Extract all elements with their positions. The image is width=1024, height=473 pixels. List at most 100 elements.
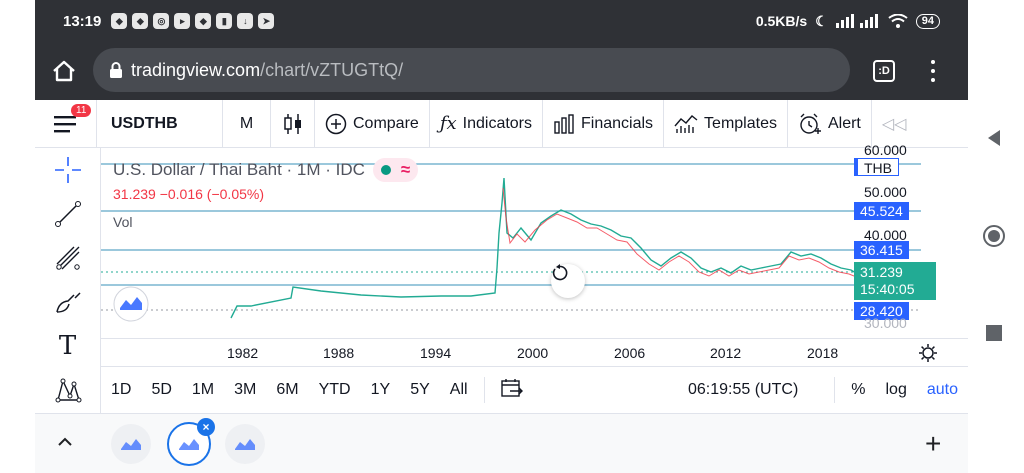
market-status-pill[interactable]: ≈ — [372, 158, 419, 182]
chart-legend: U.S. Dollar / Thai Baht · 1M · IDC ≈ — [113, 158, 419, 182]
brush-icon — [55, 292, 81, 313]
scroll-to-realtime-button[interactable] — [551, 264, 585, 298]
alert-label: Alert — [827, 114, 861, 132]
compare-label: Compare — [353, 114, 419, 132]
app-notification-icon: ◆ — [111, 13, 128, 29]
notification-icons: ◆ ◆ ◎ ▸ ◆ ▮ ↓ ➤ — [111, 13, 275, 29]
tab-switcher-button[interactable]: :D — [873, 60, 895, 82]
network-speed: 0.5KB/s — [755, 13, 808, 29]
utc-clock[interactable]: 06:19:55 (UTC) — [688, 381, 828, 399]
chevron-up-icon[interactable] — [55, 432, 75, 452]
auto-scale-toggle[interactable]: auto — [917, 381, 968, 399]
chart-pane[interactable]: U.S. Dollar / Thai Baht · 1M · IDC ≈ 31.… — [101, 148, 968, 366]
log-scale-toggle[interactable]: log — [876, 381, 917, 399]
range-3m[interactable]: 3M — [224, 381, 266, 399]
moon-icon: ☾ — [815, 12, 828, 29]
price-axis[interactable]: 60.000 THB 50.000 45.524 40.000 36.415 3… — [854, 142, 936, 366]
tab-thumbnail-active[interactable]: × — [167, 418, 215, 466]
close-tab-icon[interactable]: × — [197, 418, 215, 436]
pattern-tool-button[interactable] — [35, 368, 101, 412]
brush-tool-button[interactable] — [35, 280, 101, 324]
fib-tool-button[interactable] — [35, 236, 101, 280]
symbol-search-button[interactable]: USDTHB — [97, 99, 223, 148]
chart-settings-button[interactable] — [888, 338, 968, 366]
price-tick: 50.000 — [864, 184, 907, 200]
templates-button[interactable]: Templates — [664, 99, 788, 148]
browser-address-bar: tradingview.com/chart/vZTUGTtQ/ :D — [35, 42, 968, 100]
home-button[interactable] — [35, 42, 93, 100]
signal-icon — [835, 14, 878, 28]
time-axis[interactable]: 1982 1988 1994 2000 2006 2012 2018 — [101, 338, 921, 366]
wave-icon: ≈ — [400, 160, 411, 179]
time-tick: 2018 — [807, 345, 839, 361]
phone-screen: 13:19 ◆ ◆ ◎ ▸ ◆ ▮ ↓ ➤ 0.5KB/s ☾ 94 tradi… — [35, 0, 968, 473]
crosshair-icon — [54, 157, 81, 183]
date-range-bar: 1D 5D 1M 3M 6M YTD 1Y 5Y All 06:19:55 (U… — [101, 366, 968, 413]
browser-menu-button[interactable] — [923, 56, 943, 86]
time-tick: 1988 — [323, 345, 355, 361]
back-icon[interactable] — [984, 128, 1004, 148]
tab-thumbnail[interactable] — [111, 424, 151, 464]
recents-icon[interactable] — [985, 324, 1003, 342]
go-to-date-button[interactable] — [491, 378, 533, 403]
text-icon: T — [58, 331, 77, 361]
time-tick: 2000 — [517, 345, 549, 361]
volume-indicator-label[interactable]: Vol — [113, 214, 132, 230]
price-line-label: 36.415 — [854, 241, 909, 259]
range-1m[interactable]: 1M — [182, 381, 224, 399]
legend-title: U.S. Dollar / Thai Baht · 1M · IDC — [113, 160, 365, 179]
main-menu-button[interactable]: 11 — [35, 99, 97, 148]
home-nav-icon[interactable] — [982, 224, 1006, 248]
app-notification-icon: ▮ — [216, 13, 233, 29]
percent-scale-toggle[interactable]: % — [841, 381, 875, 399]
time-tick: 1994 — [420, 345, 452, 361]
price-tick: 60.000 — [864, 142, 907, 158]
compare-button[interactable]: Compare — [315, 99, 430, 148]
text-tool-button[interactable]: T — [35, 324, 101, 368]
calendar-arrow-icon — [500, 378, 523, 397]
new-tab-button[interactable]: + — [925, 430, 941, 458]
home-icon — [53, 60, 75, 82]
range-ytd[interactable]: YTD — [309, 381, 361, 399]
status-right: 0.5KB/s ☾ 94 — [756, 13, 940, 30]
range-1y[interactable]: 1Y — [361, 381, 401, 399]
range-5d[interactable]: 5D — [141, 381, 181, 399]
collapse-toolbar-button[interactable]: ◁◁ — [872, 100, 917, 148]
alert-button[interactable]: Alert — [788, 99, 872, 148]
range-6m[interactable]: 6M — [266, 381, 308, 399]
url-path: /chart/vZTUGTtQ/ — [260, 59, 404, 80]
range-all[interactable]: All — [440, 381, 478, 399]
url-bar[interactable]: tradingview.com/chart/vZTUGTtQ/ — [93, 48, 850, 92]
download-notification-icon: ↓ — [237, 13, 254, 29]
range-1d[interactable]: 1D — [101, 381, 141, 399]
lock-icon — [110, 62, 122, 78]
financials-label: Financials — [581, 114, 654, 132]
drawing-toolbar: T — [35, 148, 101, 413]
current-price-value: 31.239 — [860, 264, 903, 280]
templates-icon — [674, 114, 698, 133]
time-tick: 2006 — [614, 345, 646, 361]
currency-label: THB — [854, 158, 899, 176]
tradingview-tab-icon — [121, 439, 141, 450]
url-domain: tradingview.com — [131, 59, 261, 80]
notification-badge: 11 — [71, 103, 92, 117]
legend-quote: 31.239 −0.016 (−0.05%) — [113, 186, 265, 202]
tradingview-tab-icon — [235, 439, 255, 450]
chart-type-button[interactable] — [271, 99, 315, 148]
crosshair-tool-button[interactable] — [35, 148, 101, 192]
tab-thumbnail[interactable] — [225, 424, 265, 464]
indicators-button[interactable]: ƒx Indicators — [430, 99, 544, 148]
twitter-notification-icon: ▸ — [174, 13, 191, 29]
trend-line-tool-button[interactable] — [35, 192, 101, 236]
templates-label: Templates — [704, 114, 777, 132]
range-5y[interactable]: 5Y — [400, 381, 440, 399]
price-series-up — [230, 177, 882, 319]
telegram-notification-icon: ➤ — [258, 13, 275, 29]
chart-top-toolbar: 11 USDTHB M Compare ƒx Indicators Financ… — [35, 99, 968, 148]
interval-button[interactable]: M — [223, 99, 271, 148]
hamburger-icon — [53, 115, 76, 132]
financials-button[interactable]: Financials — [543, 99, 665, 148]
browser-tab-strip: × + — [35, 413, 968, 473]
alarm-clock-icon — [800, 113, 821, 134]
bar-chart-icon — [554, 113, 574, 134]
